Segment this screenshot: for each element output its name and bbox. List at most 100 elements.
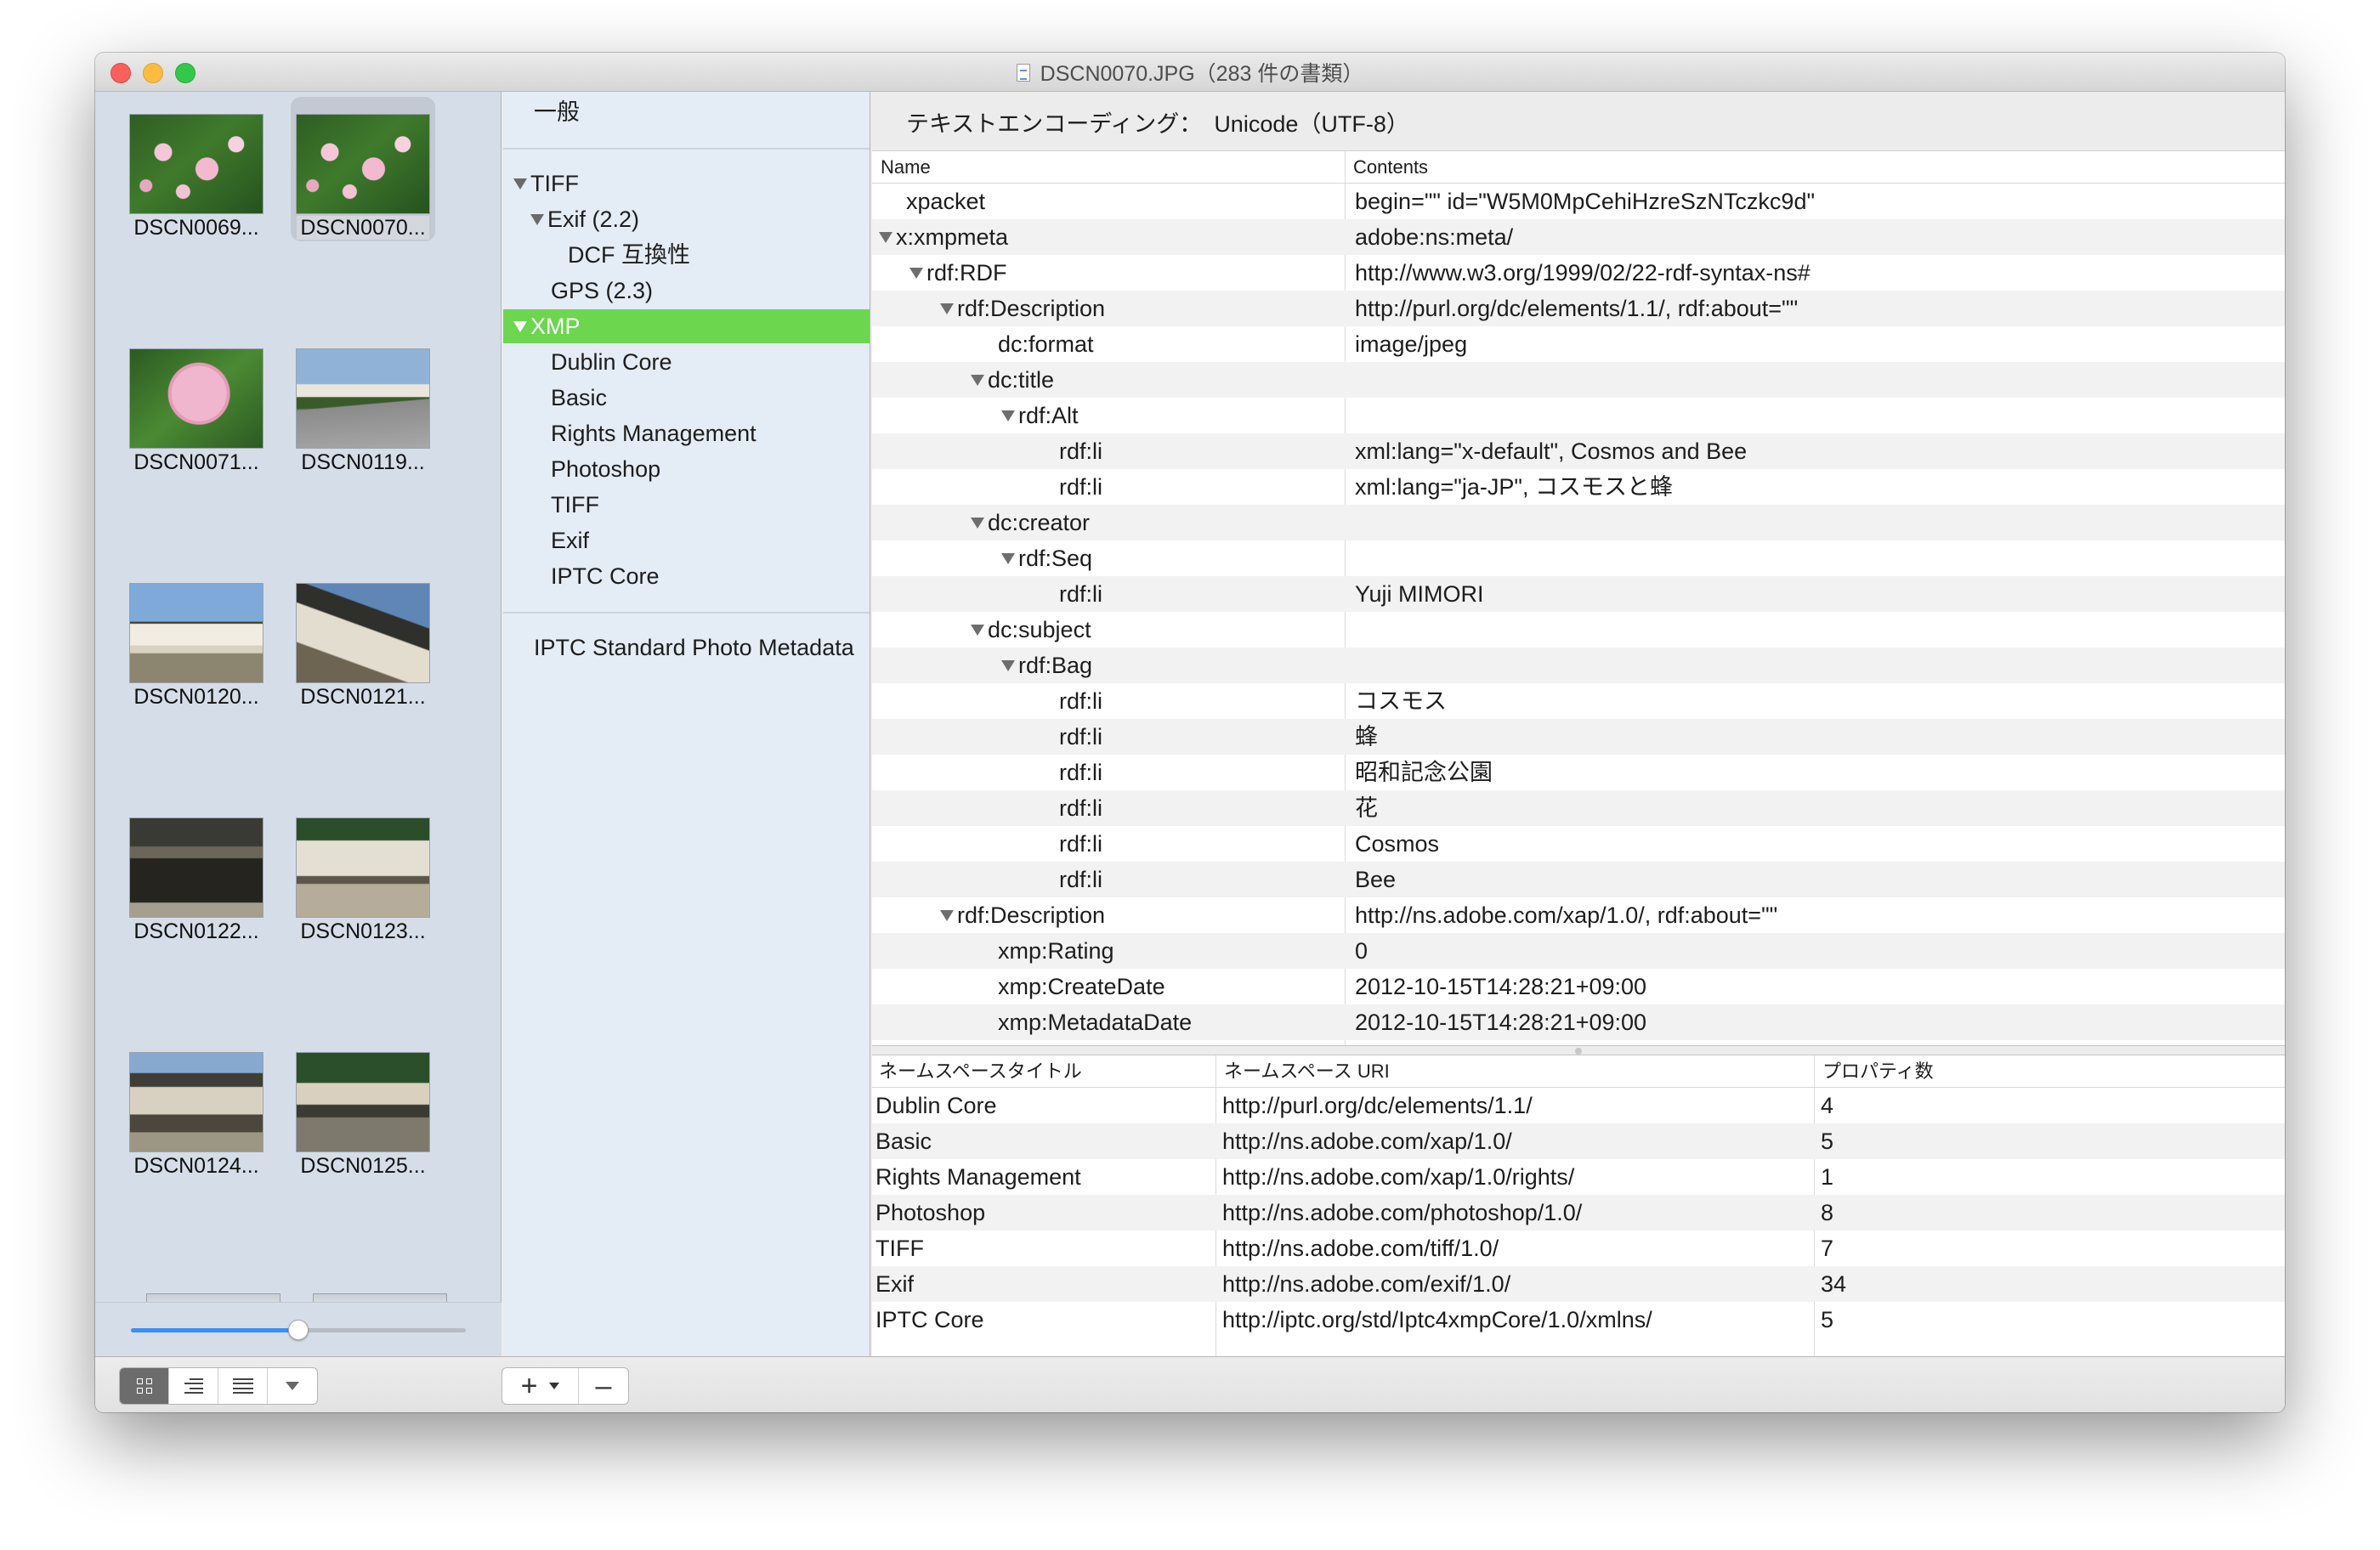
slider-knob[interactable] (288, 1320, 309, 1340)
thumbnail-item[interactable]: DSCN0125... (291, 1035, 435, 1179)
namespace-title-cell: TIFF (876, 1236, 924, 1261)
disclosure-triangle-icon[interactable] (971, 518, 984, 529)
tree-row-name-text: xpacket (906, 189, 986, 214)
tree-row[interactable]: x:xmpmeta adobe:ns:meta/ (872, 219, 2285, 255)
category-photoshop[interactable]: Photoshop (503, 452, 870, 486)
tree-row[interactable]: rdf:li xml:lang="x-default", Cosmos and B… (872, 433, 2285, 469)
disclosure-triangle-icon[interactable] (530, 214, 544, 225)
tree-row[interactable]: rdf:Description http://ns.adobe.com/xap/1… (872, 897, 2285, 933)
tree-row[interactable]: dc:creator (872, 505, 2285, 540)
disclosure-triangle-icon[interactable] (1001, 660, 1015, 671)
category-label: IPTC Standard Photo Metadata (534, 635, 854, 660)
column-header-namespace-uri[interactable]: ネームスペース URI (1217, 1055, 1390, 1088)
tree-row[interactable]: dc:subject (872, 612, 2285, 648)
tree-row[interactable]: rdf:li 昭和記念公園 (872, 755, 2285, 790)
tree-row[interactable]: rdf:Alt (872, 398, 2285, 433)
tree-row[interactable]: dc:title (872, 362, 2285, 398)
grid-view-icon[interactable] (120, 1368, 169, 1404)
tree-row[interactable]: rdf:li コスモス (872, 683, 2285, 719)
disclosure-triangle-icon[interactable] (971, 375, 984, 386)
tree-row-contents: コスモス (1355, 688, 1447, 714)
disclosure-triangle-icon[interactable] (513, 178, 527, 190)
column-header-namespace-title[interactable]: ネームスペースタイトル (872, 1055, 1082, 1088)
thumbnail-label: DSCN0071... (133, 450, 259, 474)
tree-row[interactable]: rdf:Bag (872, 648, 2285, 683)
category-xmp-tiff[interactable]: TIFF (503, 488, 870, 522)
list-view-icon[interactable] (218, 1368, 268, 1404)
disclosure-triangle-icon[interactable] (910, 268, 923, 279)
table-row[interactable]: Basic http://ns.adobe.com/xap/1.0/5 (872, 1123, 2285, 1159)
outline-view-icon[interactable] (169, 1368, 218, 1404)
category-dcf[interactable]: DCF 互換性 (503, 238, 870, 272)
view-options-icon[interactable] (268, 1368, 317, 1404)
pane-splitter[interactable] (872, 1045, 2285, 1055)
thumbnail-item[interactable]: DSCN0123... (291, 800, 435, 945)
thumbnail-item[interactable]: DSCN0121... (291, 566, 435, 710)
tree-row[interactable]: rdf:li Bee (872, 862, 2285, 897)
namespace-table[interactable]: ネームスペースタイトル ネームスペース URI プロパティ数 Dublin Co… (872, 1055, 2285, 1356)
category-exif[interactable]: Exif (2.2) (503, 202, 870, 236)
tree-row[interactable]: rdf:Seq (872, 540, 2285, 576)
table-row[interactable]: Dublin Core http://purl.org/dc/elements/1… (872, 1088, 2285, 1123)
tree-row[interactable]: rdf:li xml:lang="ja-JP", コスモスと蜂 (872, 469, 2285, 505)
column-header-contents[interactable]: Contents (1345, 151, 1428, 184)
category-xmp-exif[interactable]: Exif (503, 523, 870, 557)
tree-row[interactable]: xmp:CreateDate 2012-10-15T14:28:21+09:00 (872, 969, 2285, 1004)
disclosure-triangle-icon[interactable] (1001, 410, 1015, 421)
thumbnail-item[interactable]: DSCN0071... (124, 331, 269, 476)
remove-button[interactable]: – (579, 1368, 628, 1404)
category-xmp[interactable]: XMP (503, 309, 870, 343)
tree-row-name: rdf:Seq (1001, 540, 1092, 576)
tree-row[interactable]: rdf:RDF http://www.w3.org/1999/02/22-rdf-… (872, 255, 2285, 291)
tree-row[interactable]: rdf:li 蜂 (872, 719, 2285, 755)
tree-row[interactable]: xmp:Rating 0 (872, 933, 2285, 969)
disclosure-triangle-icon[interactable] (1001, 553, 1015, 564)
table-row[interactable]: IPTC Core http://iptc.org/std/Iptc4xmpCor… (872, 1302, 2285, 1338)
thumbnail-item[interactable]: DSCN0122... (124, 800, 269, 945)
thumbnail-item[interactable]: DSCN0124... (124, 1035, 269, 1179)
tree-row-name: rdf:li (1059, 862, 1102, 897)
tree-row-name-text: rdf:li (1059, 760, 1103, 785)
thumbnail-item[interactable]: DSCN0119... (291, 331, 435, 476)
add-button[interactable]: + (502, 1368, 579, 1404)
table-row[interactable]: TIFF http://ns.adobe.com/tiff/1.0/7 (872, 1230, 2285, 1266)
category-iptc-standard[interactable]: IPTC Standard Photo Metadata (503, 631, 870, 665)
namespace-title-cell: IPTC Core (876, 1307, 984, 1332)
tree-row[interactable]: rdf:li Yuji MIMORI (872, 576, 2285, 612)
tree-row[interactable]: rdf:li Cosmos (872, 826, 2285, 862)
table-row[interactable]: Rights Management http://ns.adobe.com/xap… (872, 1159, 2285, 1195)
column-header-property-count[interactable]: プロパティ数 (1816, 1055, 1934, 1088)
disclosure-triangle-icon[interactable] (940, 910, 954, 921)
category-sidebar: 一般 TIFF Exif (2.2) DCF 互換性 GPS (2.3) XMP… (503, 92, 870, 1356)
category-iptc-core[interactable]: IPTC Core (503, 559, 870, 593)
thumbnail-pane[interactable]: DSCN0069... DSCN0070... DSCN0071... DSCN… (95, 92, 502, 1356)
tree-row[interactable]: dc:format image/jpeg (872, 326, 2285, 362)
thumbnail-item-selected[interactable]: DSCN0070... (291, 97, 435, 241)
category-dublin-core[interactable]: Dublin Core (503, 345, 870, 379)
tree-row[interactable]: xmp:MetadataDate 2012-10-15T14:28:21+09:0… (872, 1004, 2285, 1040)
table-row[interactable]: Photoshop http://ns.adobe.com/photoshop/1… (872, 1195, 2285, 1230)
thumbnail-item[interactable]: DSCN0069... (124, 97, 269, 241)
disclosure-triangle-icon[interactable] (971, 625, 984, 636)
xml-tree-table[interactable]: Name Contents xpacket begin="" id="W5M0Mp… (872, 151, 2285, 1045)
thumbnail-image (296, 583, 430, 683)
tree-row[interactable]: xpacket begin="" id="W5M0MpCehiHzreSzNTcz… (872, 184, 2285, 219)
tree-row-name: rdf:li (1059, 826, 1102, 862)
tree-row[interactable]: rdf:li 花 (872, 790, 2285, 826)
disclosure-triangle-icon[interactable] (940, 303, 954, 314)
thumbnail-item[interactable]: DSCN0120... (124, 566, 269, 710)
category-tiff[interactable]: TIFF (503, 167, 870, 201)
tree-row-name-text: dc:creator (988, 510, 1091, 535)
category-rights-management[interactable]: Rights Management (503, 416, 870, 450)
tree-row[interactable]: rdf:Description http://purl.org/dc/elemen… (872, 291, 2285, 326)
table-row[interactable]: Exif http://ns.adobe.com/exif/1.0/34 (872, 1266, 2285, 1302)
category-gps[interactable]: GPS (2.3) (503, 274, 870, 308)
category-general[interactable]: 一般 (503, 95, 870, 129)
disclosure-triangle-icon[interactable] (513, 321, 527, 332)
title-bar[interactable]: DSCN0070.JPG（283 件の書類） (95, 53, 2285, 92)
disclosure-triangle-icon[interactable] (879, 232, 892, 243)
namespace-count-cell: 8 (1821, 1200, 1834, 1225)
column-header-name[interactable]: Name (872, 151, 931, 184)
category-basic[interactable]: Basic (503, 381, 870, 415)
tree-row-contents: Bee (1355, 867, 1397, 892)
